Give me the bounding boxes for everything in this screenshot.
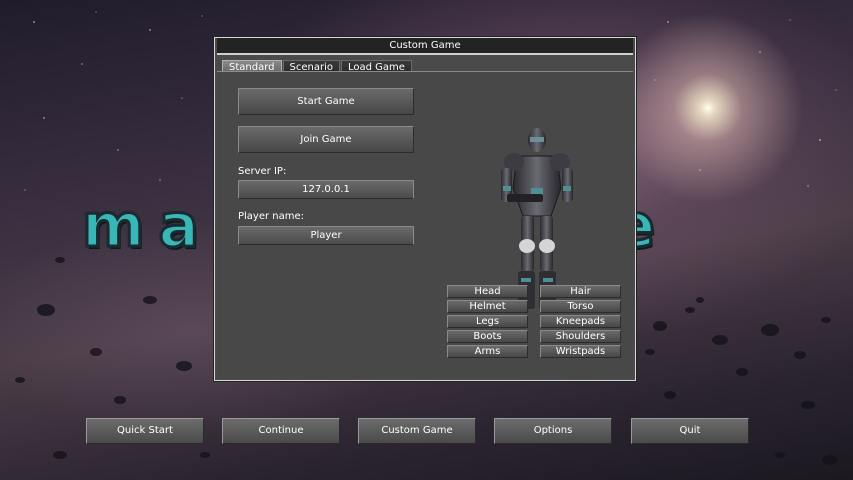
part-shoulders-button[interactable]: Shoulders — [540, 330, 621, 343]
part-wristpads-button[interactable]: Wristpads — [540, 345, 621, 358]
quick-start-button[interactable]: Quick Start — [86, 418, 204, 444]
start-game-button[interactable]: Start Game — [238, 88, 414, 115]
part-helmet-button[interactable]: Helmet — [447, 300, 528, 313]
dialog-title: Custom Game — [217, 38, 633, 55]
custom-game-button[interactable]: Custom Game — [358, 418, 476, 444]
join-game-button[interactable]: Join Game — [238, 126, 414, 153]
part-hair-button[interactable]: Hair — [540, 285, 621, 298]
quit-button[interactable]: Quit — [631, 418, 749, 444]
dialog-tabs: Standard Scenario Load Game — [222, 56, 413, 75]
server-ip-field[interactable]: 127.0.0.1 — [238, 180, 414, 199]
options-button[interactable]: Options — [494, 418, 612, 444]
player-name-label: Player name: — [238, 211, 305, 222]
part-torso-button[interactable]: Torso — [540, 300, 621, 313]
part-arms-button[interactable]: Arms — [447, 345, 528, 358]
part-legs-button[interactable]: Legs — [447, 315, 528, 328]
standard-panel: Start Game Join Game Server IP: 127.0.0.… — [217, 71, 633, 378]
custom-game-dialog: Custom Game Standard Scenario Load Game St… — [214, 37, 636, 381]
part-boots-button[interactable]: Boots — [447, 330, 528, 343]
server-ip-label: Server IP: — [238, 166, 287, 177]
part-kneepads-button[interactable]: Kneepads — [540, 315, 621, 328]
player-name-field[interactable]: Player — [238, 226, 414, 245]
continue-button[interactable]: Continue — [222, 418, 340, 444]
part-head-button[interactable]: Head — [447, 285, 528, 298]
